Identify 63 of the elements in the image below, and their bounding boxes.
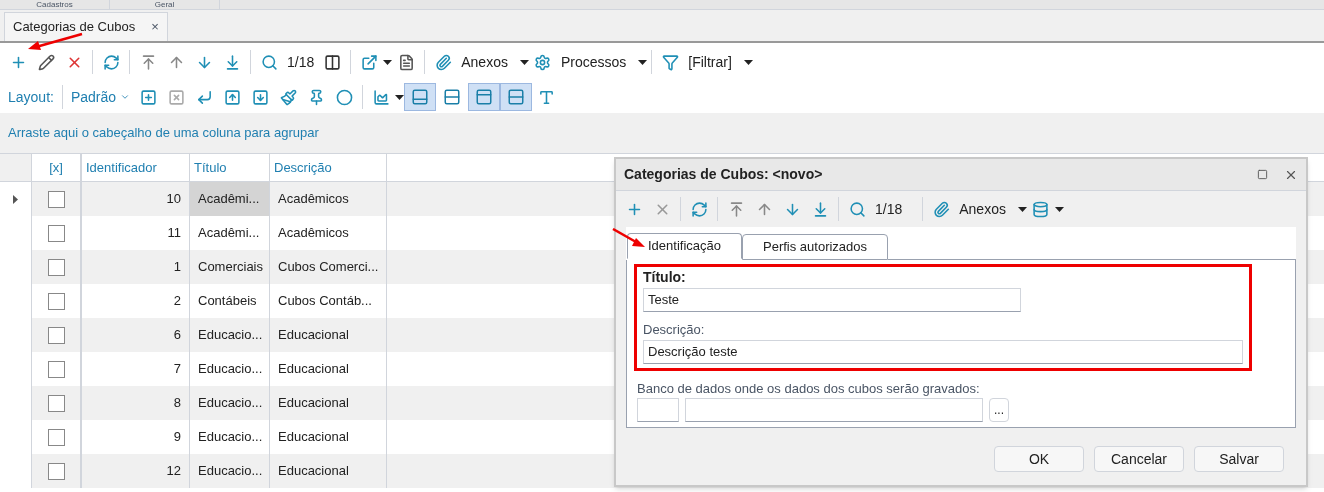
checkbox[interactable] — [47, 326, 65, 344]
code-input[interactable] — [637, 398, 679, 422]
document-tab[interactable]: Categorias de Cubos × — [4, 12, 168, 41]
record-counter: 1/18 — [874, 199, 904, 219]
layout-label: Layout: — [7, 87, 55, 107]
tab-title: Categorias de Cubos — [13, 18, 136, 37]
table-cell: 12 — [82, 454, 190, 488]
row-pointer-icon — [13, 194, 18, 204]
checkbox[interactable] — [47, 190, 65, 208]
close-button[interactable]: × — [151, 17, 159, 37]
checkbox[interactable] — [47, 360, 65, 378]
table-cell: Educacional — [270, 454, 387, 488]
table-cell: Educacio... — [190, 454, 270, 488]
menu-tab[interactable]: Geral — [110, 0, 220, 9]
menu-tab[interactable]: Cadastros — [0, 0, 110, 9]
checkbox[interactable] — [47, 224, 65, 242]
description-label: Descrição: — [643, 321, 706, 339]
dialog-button[interactable]: Salvar — [1194, 446, 1284, 472]
caret-icon[interactable] — [383, 59, 393, 65]
description-input[interactable]: Descrição teste — [643, 339, 1243, 364]
checkbox[interactable] — [47, 292, 65, 310]
database-label: Banco de dados onde os dados dos cubos serão gravados: — [636, 379, 981, 398]
caret-icon[interactable] — [638, 59, 648, 65]
arrow-drawing — [26, 32, 84, 52]
caret-icon[interactable] — [743, 59, 753, 65]
record-counter: 1/18 — [286, 52, 316, 72]
dialog-button[interactable]: OK — [994, 446, 1084, 472]
group-hint: Arraste aqui o cabeçalho de uma coluna para agrupar — [8, 124, 319, 143]
layout-dropdown[interactable]: Padrão — [66, 86, 135, 108]
processes-menu[interactable]: Processos — [556, 51, 631, 73]
table-cell: Acadêmi... — [190, 182, 270, 216]
checkbox[interactable] — [47, 394, 65, 412]
caret-icon[interactable] — [395, 94, 405, 100]
layout-icon — [475, 88, 494, 106]
column-header[interactable]: Título — [190, 154, 270, 181]
dialog-tab[interactable]: Perfis autorizados — [742, 234, 889, 260]
layout-toggle[interactable] — [404, 83, 437, 111]
dialog-button[interactable]: Cancelar — [1094, 446, 1184, 472]
column-header[interactable]: Identificador — [82, 154, 190, 181]
layout-icon — [411, 88, 430, 106]
dialog-tab[interactable]: Identificação — [627, 233, 742, 259]
arrow-drawing — [612, 228, 646, 248]
row-indicator[interactable] — [0, 182, 32, 216]
maximize-icon[interactable] — [1257, 169, 1268, 180]
attachments-menu[interactable]: Anexos — [457, 51, 512, 73]
layout-icon — [443, 88, 462, 106]
layout-icon — [507, 88, 526, 106]
column-header[interactable]: Descrição — [270, 154, 387, 181]
checkbox[interactable] — [47, 258, 65, 276]
layout-toggle[interactable] — [500, 83, 533, 111]
checkbox[interactable] — [47, 428, 65, 446]
caret-icon[interactable] — [1054, 206, 1064, 212]
database-input[interactable] — [685, 398, 983, 422]
caret-icon[interactable] — [1017, 206, 1027, 212]
dialog-title: Categorias de Cubos: <novo> — [624, 165, 824, 184]
title-label: Título: — [643, 268, 687, 287]
checkbox[interactable] — [47, 462, 65, 480]
layout-toggle[interactable] — [468, 83, 501, 111]
attachments-menu[interactable]: Anexos — [955, 198, 1010, 220]
browse-button[interactable]: ... — [989, 398, 1009, 422]
filter-menu[interactable]: [Filtrar] — [684, 51, 736, 73]
caret-icon[interactable] — [519, 59, 529, 65]
title-input[interactable]: Teste — [643, 288, 1021, 312]
